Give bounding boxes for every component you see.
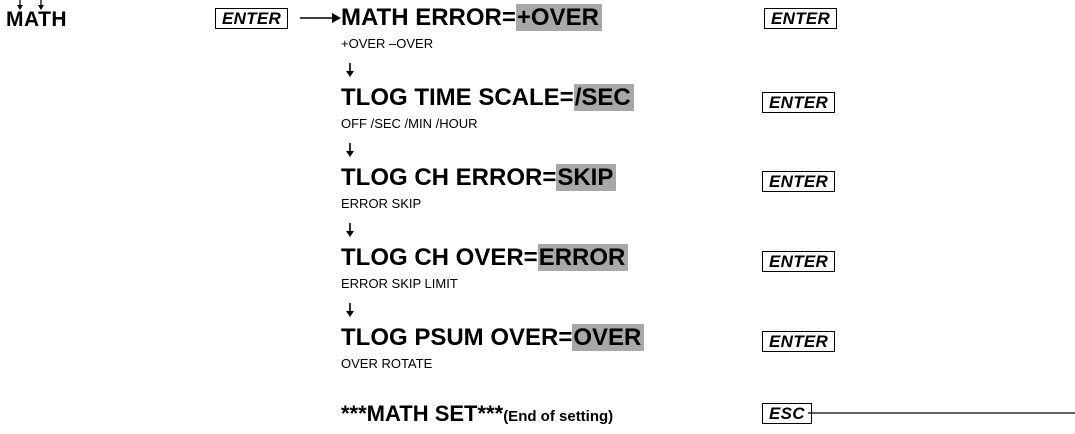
setting-value: SKIP [556,164,617,191]
setting-prefix: TLOG CH ERROR= [341,164,557,191]
setting-value: /SEC [573,84,634,111]
enter-key-setting-5[interactable]: ENTER [762,331,836,352]
setting-options: +OVER –OVER [341,36,434,51]
end-title: ***MATH SET*** [341,401,504,426]
setting-math-error: MATH ERROR=+OVER +OVER –OVER [341,4,602,52]
setting-title: TLOG CH ERROR=SKIP [341,164,617,192]
setting-title: TLOG PSUM OVER=OVER [341,324,645,352]
end-note: (End of setting) [503,408,614,425]
setting-prefix: TLOG TIME SCALE= [341,84,574,111]
setting-options: ERROR SKIP [341,196,422,211]
setting-title: TLOG TIME SCALE=/SEC [341,84,634,112]
setting-options: ERROR SKIP LIMIT [341,276,458,291]
menu-label: MATH [6,8,68,31]
enter-key-setting-4[interactable]: ENTER [762,251,836,272]
setting-value: +OVER [515,4,602,31]
down-arrow-icon [346,143,354,157]
setting-prefix: TLOG CH OVER= [341,244,538,271]
setting-tlog-time-scale: TLOG TIME SCALE=/SEC OFF /SEC /MIN /HOUR [341,84,634,132]
enter-key-setting-1[interactable]: ENTER [764,8,838,29]
setting-tlog-psum-over: TLOG PSUM OVER=OVER OVER ROTATE [341,324,645,372]
end-of-setting-title: ***MATH SET***(End of setting) [341,401,613,427]
setting-options: OFF /SEC /MIN /HOUR [341,116,478,131]
right-arrow-icon [300,13,341,23]
setting-value: OVER [572,324,645,351]
down-arrow-icon [346,63,354,77]
setting-tlog-ch-over: TLOG CH OVER=ERROR ERROR SKIP LIMIT [341,244,629,292]
enter-key-menu[interactable]: ENTER [215,8,289,29]
setting-options: OVER ROTATE [341,356,433,371]
setting-prefix: TLOG PSUM OVER= [341,324,573,351]
setting-prefix: MATH ERROR= [341,4,516,31]
setting-tlog-ch-error: TLOG CH ERROR=SKIP ERROR SKIP [341,164,617,212]
down-arrow-icon [346,303,354,317]
return-line [808,412,1075,414]
down-arrow-icon [346,223,354,237]
setting-title: MATH ERROR=+OVER [341,4,602,32]
enter-key-setting-3[interactable]: ENTER [762,171,836,192]
esc-key[interactable]: ESC [762,403,812,424]
setting-title: TLOG CH OVER=ERROR [341,244,629,272]
setting-value: ERROR [537,244,629,271]
enter-key-setting-2[interactable]: ENTER [762,92,836,113]
